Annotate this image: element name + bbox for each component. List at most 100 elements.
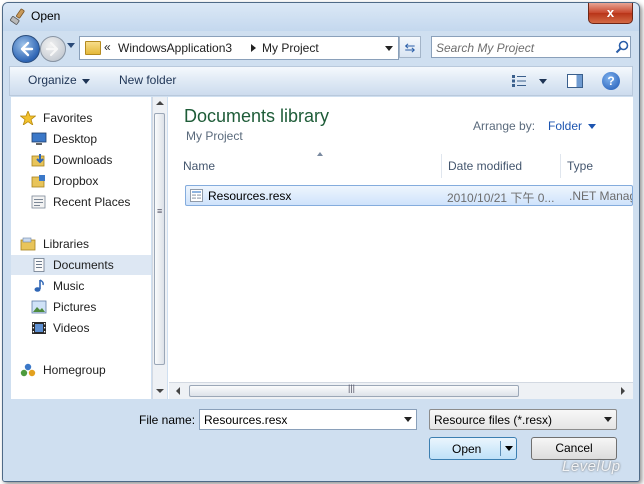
sidebar-item-recent-places[interactable]: Recent Places [11,192,151,212]
search-input[interactable] [434,39,608,57]
scroll-up-icon[interactable] [156,101,164,105]
scrollbar-thumb[interactable]: ||| [189,383,519,397]
sidebar-group-label: Libraries [43,237,90,251]
favorites-star-icon [20,111,36,125]
sidebar-item-label: Recent Places [53,195,131,209]
sidebar-item-label: Music [53,279,85,293]
file-list-horizontal-scrollbar[interactable]: ||| [169,382,633,399]
sidebar-item-downloads[interactable]: Downloads [11,150,151,170]
file-name-value: Resources.resx [204,413,288,427]
scroll-down-icon[interactable] [156,389,164,393]
sidebar-item-label: Documents [53,258,114,272]
sidebar-group-libraries[interactable]: Libraries [11,234,151,254]
refresh-icon: ⇆ [404,40,416,55]
sidebar-item-music[interactable]: Music [11,276,151,296]
library-subtitle: My Project [186,129,243,143]
arrange-by-dropdown[interactable]: Folder [548,119,582,133]
sidebar-group-homegroup[interactable]: Homegroup [11,360,151,380]
file-name-dropdown-icon[interactable] [404,417,412,422]
navigation-pane: Favorites Desktop Downloads Dropbox Rece… [11,97,151,399]
column-header-label: Date modified [448,159,523,173]
navigation-pane-scrollbar[interactable]: ≡ [152,97,167,399]
address-bar[interactable]: « WindowsApplication3 My Project [79,36,399,60]
sidebar-item-label: Downloads [53,153,113,167]
folder-icon [85,41,101,55]
watermark: LevelUp [562,458,621,475]
column-header-name[interactable]: Name [177,152,442,178]
resx-file-icon [190,189,203,202]
sort-ascending-icon [317,152,323,156]
sidebar-item-dropbox[interactable]: Dropbox [11,171,151,191]
breadcrumb-overflow[interactable]: « [104,40,111,54]
open-button[interactable]: Open [429,437,517,460]
window-title: Open [31,9,61,23]
documents-icon [33,258,45,272]
column-header-date-modified[interactable]: Date modified [442,154,561,178]
open-split-divider [500,441,501,456]
file-type-select[interactable]: Resource files (*.resx) [429,409,617,430]
file-name: Resources.resx [208,189,292,203]
arrange-by-label: Arrange by: [473,119,536,133]
pictures-icon [31,300,47,314]
dropbox-icon [31,175,45,188]
search-icon[interactable] [615,40,629,54]
search-box[interactable] [431,36,631,58]
recent-locations-chevron-icon[interactable] [67,43,75,48]
file-list-pane: Documents library My Project Arrange by:… [168,97,633,399]
breadcrumb-segment[interactable]: My Project [262,41,319,55]
homegroup-icon [20,363,36,377]
new-folder-button[interactable]: New folder [119,73,176,87]
scroll-right-icon[interactable] [621,387,625,395]
app-icon [9,8,25,25]
sidebar-item-documents[interactable]: Documents [11,255,151,275]
close-icon: x [606,5,615,20]
view-options-dropdown-icon[interactable] [539,79,547,84]
organize-button[interactable]: Organize [28,73,77,87]
column-header-type[interactable]: Type [561,154,633,178]
column-header-label: Type [567,159,594,173]
sidebar-group-label: Favorites [43,111,93,125]
file-row[interactable]: Resources.resx 2010/10/21 下午 0... .NET M… [185,185,633,206]
libraries-icon [20,237,36,251]
scrollbar-thumb[interactable]: ≡ [154,113,165,365]
sidebar-item-label: Pictures [53,300,97,314]
file-type-dropdown-icon[interactable] [604,417,612,422]
column-header-label: Name [183,159,216,173]
sidebar-item-label: Videos [53,321,90,335]
preview-pane-icon[interactable] [567,74,583,88]
refresh-button[interactable]: ⇆ [399,36,421,58]
address-dropdown-icon[interactable] [385,46,393,51]
scroll-grip-icon: ≡ [157,206,163,216]
sidebar-item-videos[interactable]: Videos [11,318,151,338]
file-date-modified: 2010/10/21 下午 0... [447,191,555,205]
file-name-field[interactable]: Resources.resx [199,409,417,430]
sidebar-group-label: Homegroup [43,363,106,377]
scroll-left-icon[interactable] [176,387,180,395]
sidebar-item-label: Desktop [53,132,98,146]
arrange-by-dropdown-icon[interactable] [588,124,596,129]
sidebar-item-pictures[interactable]: Pictures [11,297,151,317]
change-view-icon[interactable] [512,75,526,87]
library-title: Documents library [184,106,330,126]
breadcrumb-segment[interactable]: WindowsApplication3 [118,41,232,55]
breadcrumb-separator-icon[interactable] [251,44,256,52]
dialog-footer: File name: Resources.resx Resource files… [3,399,639,481]
sidebar-group-favorites[interactable]: Favorites [11,108,151,128]
open-options-dropdown-icon[interactable] [505,446,513,451]
close-button[interactable]: x [588,3,633,24]
organize-dropdown-icon[interactable] [82,79,90,84]
forward-button[interactable] [40,36,66,62]
title-bar: Open x [3,3,639,31]
desktop-icon [31,132,47,145]
sidebar-item-label: Dropbox [53,174,99,188]
back-button[interactable] [12,35,40,63]
navigation-bar: « WindowsApplication3 My Project ⇆ [3,31,639,65]
sidebar-item-desktop[interactable]: Desktop [11,129,151,149]
forward-arrow-icon [45,41,59,57]
back-arrow-icon [20,41,34,57]
file-type: .NET Manag [569,189,633,203]
help-icon[interactable]: ? [602,72,620,90]
cancel-button[interactable]: Cancel [531,437,617,460]
file-name-label: File name: [139,413,196,427]
open-dialog: Open x « WindowsApplication3 My Project … [2,2,640,482]
